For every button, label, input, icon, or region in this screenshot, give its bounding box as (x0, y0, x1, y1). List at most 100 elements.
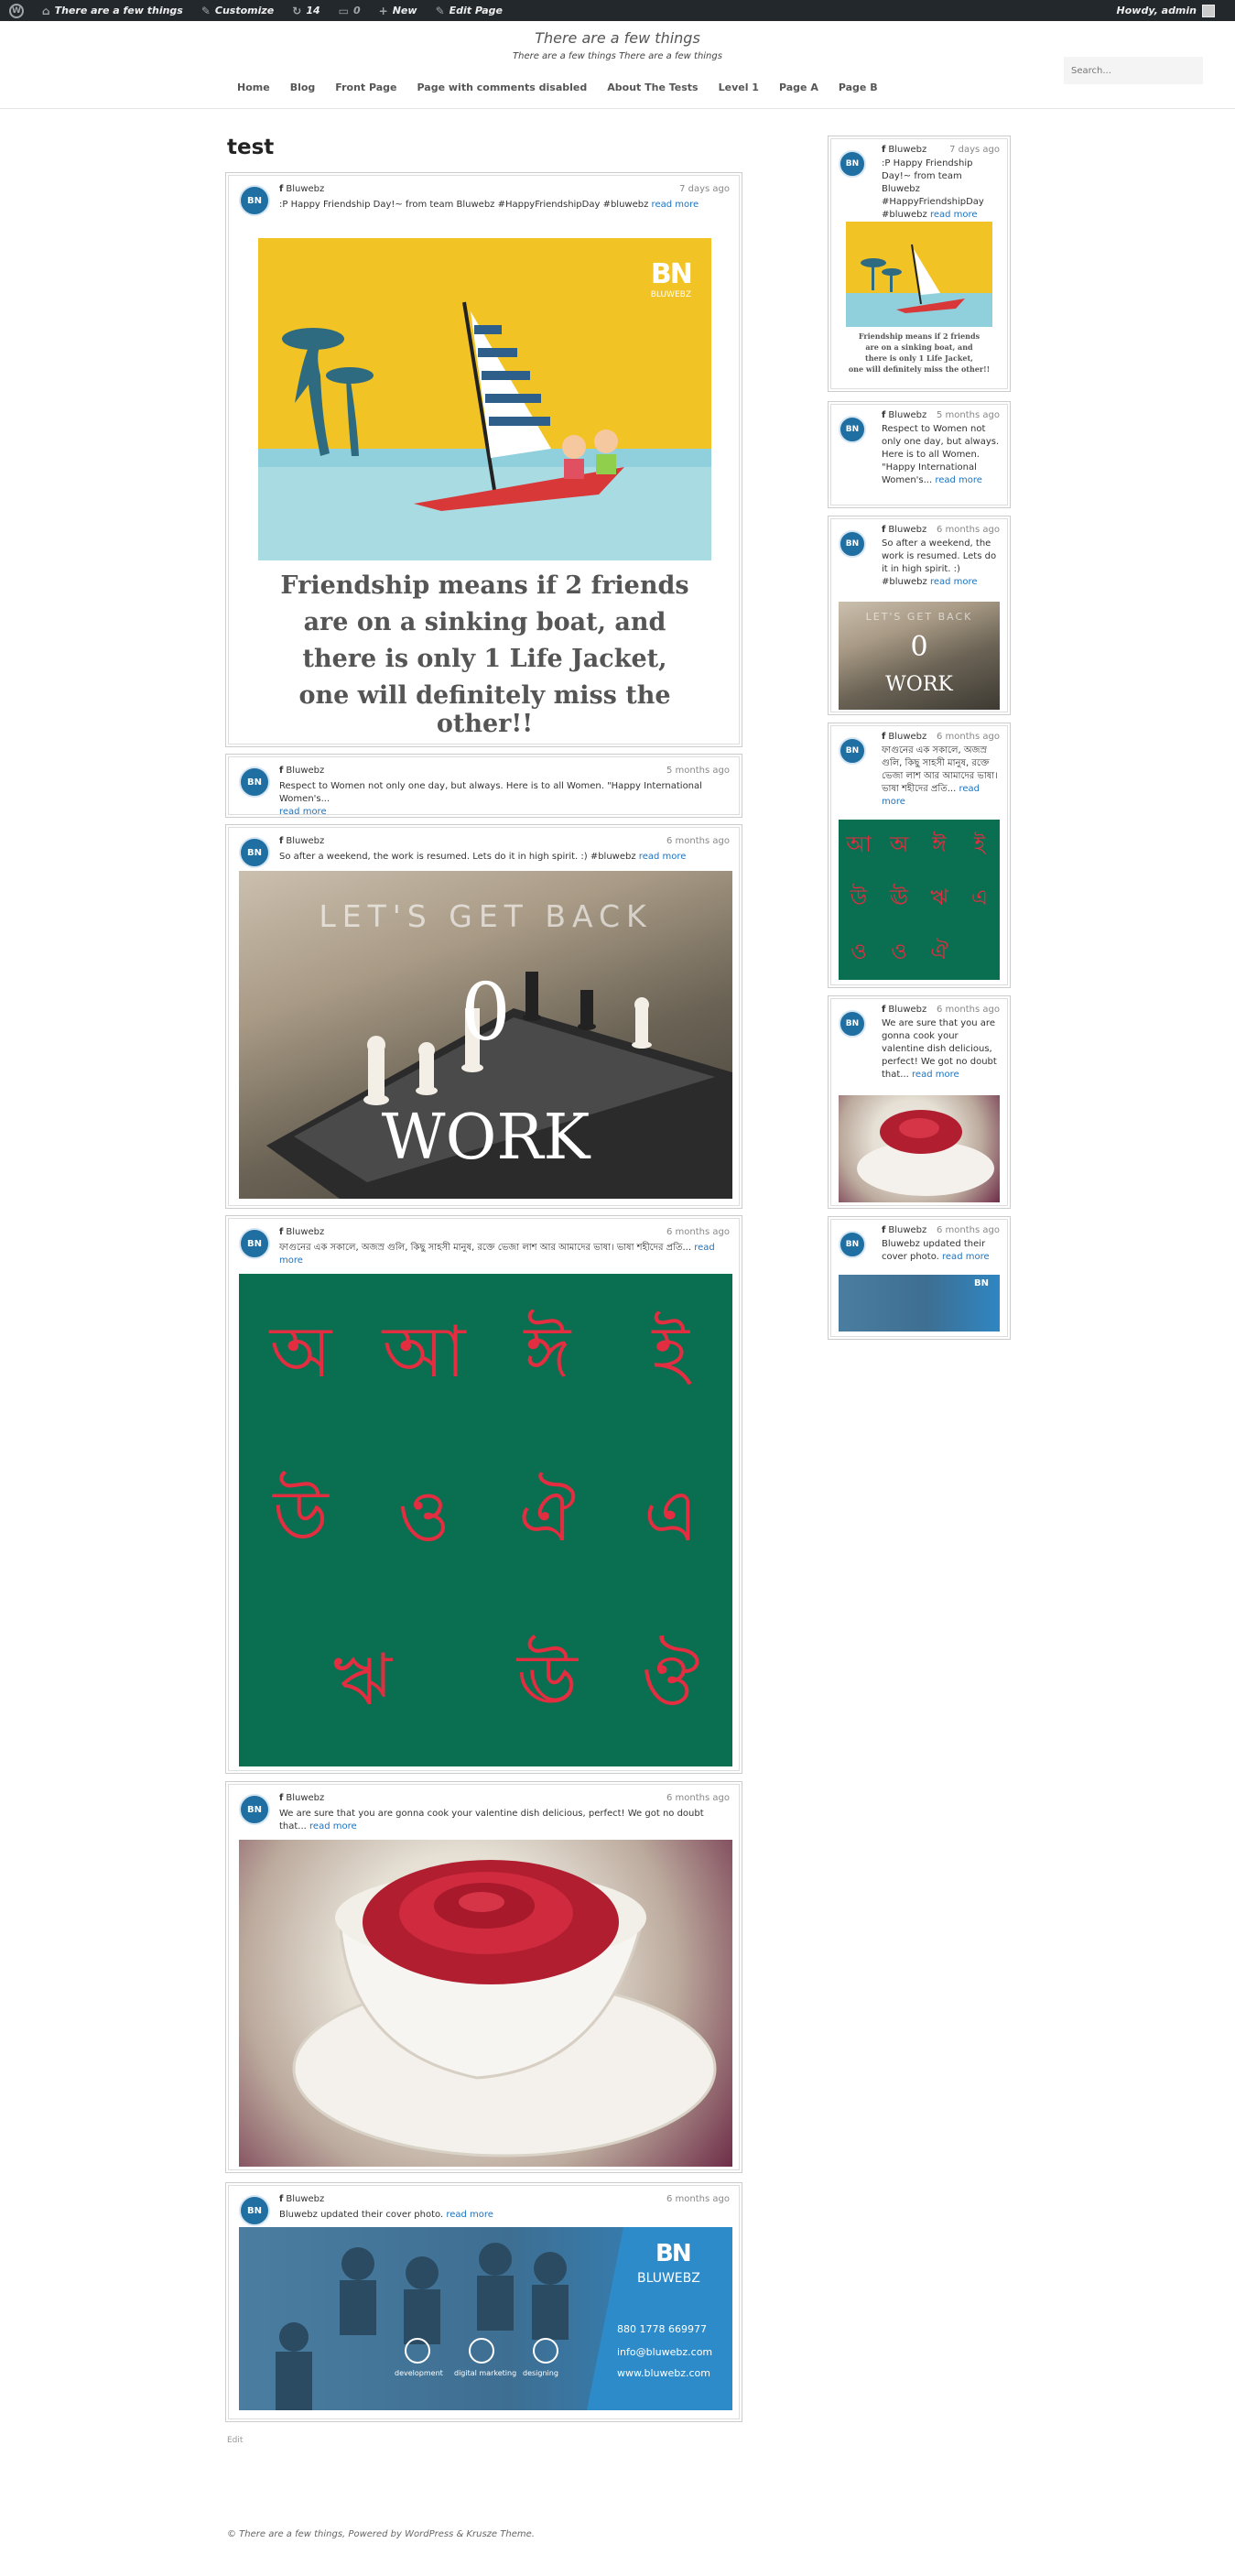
bangla-alphabet-thumbnail[interactable]: আ অ ঈ ই উ ঊ ঋ এ ও ও ঐ (839, 820, 1000, 980)
bluwebz-avatar[interactable]: BN (839, 416, 866, 443)
nav-page-b[interactable]: Page B (829, 82, 888, 93)
account-menu[interactable]: Howdy, admin (1117, 0, 1215, 21)
bluwebz-avatar[interactable]: BN (239, 1794, 270, 1825)
site-footer: © There are a few things, Powered by Wor… (227, 2529, 535, 2539)
post-author[interactable]: f Bluwebz (882, 525, 926, 535)
post-author[interactable]: f Bluwebz (279, 766, 324, 776)
bluwebz-avatar[interactable]: BN (239, 837, 270, 868)
read-more-link[interactable]: read more (639, 852, 687, 862)
read-more-link[interactable]: read more (942, 1252, 990, 1262)
post-author[interactable]: f Bluwebz (882, 1225, 926, 1235)
sidebar-post: BN f Bluwebz 7 days ago :P Happy Friendsh… (828, 136, 1011, 392)
cover-photo-thumbnail[interactable]: BN (839, 1275, 1000, 1331)
chess-heading: LET'S GET BACK (319, 898, 653, 934)
feed-post: BN f Bluwebz 6 months ago We are sure tha… (225, 1781, 742, 2173)
search-input[interactable] (1064, 57, 1203, 84)
edit-page-link[interactable]: ✎ Edit Page (427, 0, 512, 21)
site-name-link[interactable]: ⌂ There are a few things (33, 0, 192, 21)
nav-comments-disabled[interactable]: Page with comments disabled (407, 82, 598, 93)
site-title[interactable]: There are a few things (0, 29, 1235, 47)
post-author[interactable]: f Bluwebz (279, 836, 324, 846)
edit-link[interactable]: Edit (227, 2436, 243, 2445)
facebook-icon: f (279, 184, 284, 194)
post-time: 7 days ago (949, 145, 1000, 155)
post-time: 5 months ago (937, 410, 1000, 420)
read-more-link[interactable]: read more (930, 577, 978, 587)
nav-level-1[interactable]: Level 1 (709, 82, 769, 93)
post-author[interactable]: f Bluwebz (279, 1793, 324, 1803)
bluwebz-logo: BN BLUWEBZ (650, 258, 693, 299)
nav-blog[interactable]: Blog (280, 82, 326, 93)
feed-post: BN f Bluwebz 5 months ago Respect to Wome… (225, 754, 742, 818)
bluwebz-avatar[interactable]: BN (239, 766, 270, 798)
cover-service: digital marketing (454, 2369, 517, 2377)
read-more-link[interactable]: read more (912, 1070, 959, 1080)
bangla-alphabet-image[interactable]: অ আ ঈ ই উ ও ঐ এ ঋ ঊ ঔ (239, 1274, 732, 1766)
bangla-letter: ঋ (332, 1639, 392, 1723)
bluwebz-avatar[interactable]: BN (839, 1010, 866, 1038)
friendship-thumbnail[interactable] (846, 222, 992, 327)
comments-link[interactable]: ▭ 0 (330, 0, 370, 21)
wordpress-logo-button[interactable]: W (0, 0, 33, 21)
rose-cup-illustration (292, 1860, 717, 2158)
back-to-work-image[interactable]: LET'S GET BACK 0 WORK (239, 871, 732, 1199)
back-to-work-thumbnail[interactable]: LET'S GET BACK 0 WORK (839, 602, 1000, 710)
post-time: 6 months ago (666, 836, 730, 846)
post-message: So after a weekend, the work is resumed.… (279, 852, 687, 862)
read-more-link[interactable]: read more (309, 1821, 357, 1831)
rose-teacup-thumbnail[interactable] (839, 1095, 1000, 1202)
post-message: :P Happy Friendship Day!~ from team Bluw… (882, 158, 984, 220)
nav-home[interactable]: Home (227, 82, 280, 93)
customize-link[interactable]: ✎ Customize (192, 0, 283, 21)
post-author[interactable]: f Bluwebz (882, 732, 926, 742)
rose-teacup-image[interactable] (239, 1840, 732, 2167)
read-more-link[interactable]: read more (930, 210, 978, 220)
post-author[interactable]: f Bluwebz (882, 410, 926, 420)
updates-link[interactable]: ↻ 14 (283, 0, 329, 21)
admin-bar: W ⌂ There are a few things ✎ Customize ↻ 14… (0, 0, 1235, 21)
sidebar-post: BN f Bluwebz 6 months ago So after a week… (828, 516, 1011, 715)
post-time: 7 days ago (679, 184, 730, 194)
new-content-link[interactable]: + New (370, 0, 427, 21)
site-header: There are a few things There are a few t… (0, 21, 1235, 109)
post-time: 6 months ago (937, 732, 1000, 742)
feed-post: BN f Bluwebz 6 months ago So after a week… (225, 824, 742, 1209)
post-author[interactable]: f Bluwebz (279, 1227, 324, 1237)
bluwebz-avatar[interactable]: BN (839, 737, 866, 765)
bluwebz-avatar[interactable]: BN (839, 1231, 866, 1258)
post-author[interactable]: f Bluwebz (279, 184, 324, 194)
cover-service: development (395, 2369, 443, 2377)
bluwebz-avatar[interactable]: BN (839, 530, 866, 558)
bangla-letter: এ (643, 1474, 699, 1558)
facebook-icon: f (882, 525, 886, 535)
post-author[interactable]: f Bluwebz (279, 2194, 324, 2204)
bangla-letter: ঐ (518, 1474, 577, 1558)
read-more-link[interactable]: read more (652, 200, 699, 210)
comment-icon: ▭ (338, 4, 349, 17)
cover-logo: BN (655, 2240, 692, 2267)
read-more-link[interactable]: read more (446, 2210, 493, 2220)
bluwebz-avatar[interactable]: BN (239, 2195, 270, 2226)
bluwebz-avatar[interactable]: BN (239, 1228, 270, 1259)
cover-photo-image[interactable]: BN BLUWEBZ 880 1778 669977 info@bluwebz.… (239, 2227, 732, 2410)
feed-post: BN f Bluwebz 6 months ago ফাগুনের এক সকাল… (225, 1215, 742, 1774)
friendship-image[interactable]: BN BLUWEBZ (258, 238, 711, 560)
nav-page-a[interactable]: Page A (769, 82, 829, 93)
bangla-letter: ই (652, 1310, 689, 1394)
post-message: ফাগুনের এক সকালে, অজস্র গুলি, কিছু সাহসী… (882, 745, 998, 807)
facebook-icon: f (882, 145, 886, 155)
cover-phone: 880 1778 669977 (617, 2323, 707, 2335)
nav-about-tests[interactable]: About The Tests (597, 82, 708, 93)
nav-front-page[interactable]: Front Page (325, 82, 406, 93)
post-author[interactable]: f Bluwebz (882, 145, 926, 155)
post-time: 6 months ago (937, 1005, 1000, 1015)
post-author[interactable]: f Bluwebz (882, 1005, 926, 1015)
feed-post: BN f Bluwebz 7 days ago :P Happy Friendsh… (225, 172, 742, 747)
bluwebz-avatar[interactable]: BN (839, 150, 866, 178)
sailboat-thumb (861, 244, 965, 313)
sidebar-post: BN f Bluwebz 6 months ago Bluwebz updated… (828, 1216, 1011, 1340)
read-more-link[interactable]: read more (935, 475, 982, 485)
bluwebz-avatar[interactable]: BN (239, 185, 270, 216)
sidebar-post: BN f Bluwebz 6 months ago ফাগুনের এক সকাল… (828, 723, 1011, 988)
read-more-link[interactable]: read more (279, 807, 327, 817)
